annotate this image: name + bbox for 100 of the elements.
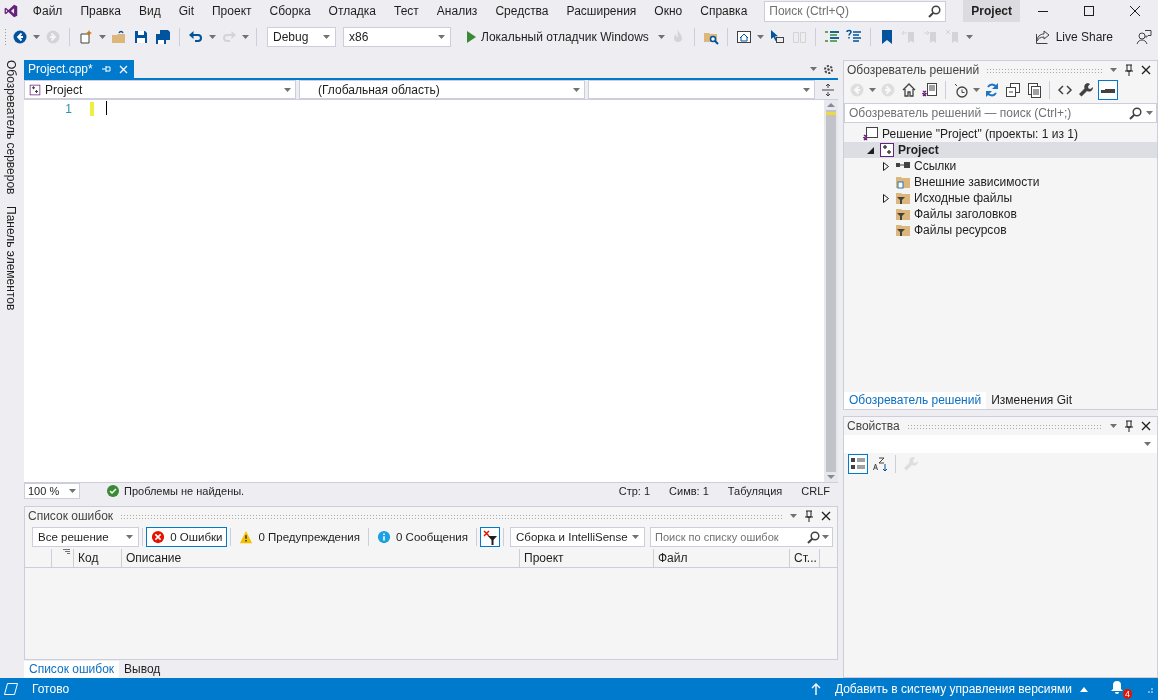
notifications-button[interactable]: 4 [1110,679,1132,699]
caret-up-icon[interactable] [1080,686,1088,692]
menu-item[interactable]: Тест [385,0,428,22]
menu-item[interactable]: Файл [23,0,72,22]
back-icon[interactable] [11,28,29,46]
tree-item[interactable]: Внешние зависимости [844,174,1157,190]
caret-icon[interactable] [973,88,980,92]
caret-icon[interactable] [323,35,330,39]
platform-dropdown[interactable]: x86 [343,27,451,47]
arrow-up-icon[interactable] [810,683,821,695]
caret-icon[interactable] [1146,111,1153,115]
menu-item[interactable]: Окно [645,0,692,22]
tree-item[interactable]: Project [844,142,1157,158]
split-icon[interactable] [822,83,834,96]
menu-item[interactable]: Git [169,0,203,22]
preview-pane-icon[interactable] [1098,80,1118,100]
caret-icon[interactable] [126,535,134,539]
zoom-dropdown[interactable]: 100 % [24,483,80,499]
menu-item[interactable]: Вид [129,0,170,22]
caret-icon[interactable] [810,67,817,71]
sync-icon[interactable] [983,81,1001,99]
clear-filter-icon[interactable] [480,527,500,547]
collapsed-arrow-icon[interactable] [883,161,889,171]
scope-dropdown[interactable]: Все решение [32,527,140,547]
collapse-all-icon[interactable] [1004,81,1022,99]
tree-item[interactable]: Исходные файлы [844,190,1157,206]
tree-item[interactable]: Файлы заголовков [844,206,1157,222]
caret-icon[interactable] [803,87,810,92]
solution-view-icon[interactable] [921,81,939,99]
home-icon[interactable] [900,81,918,99]
wrench-icon[interactable] [1077,81,1095,99]
save-all-icon[interactable] [154,28,172,46]
caret-icon[interactable] [438,35,445,39]
caret-icon[interactable] [1144,442,1151,446]
alphabetical-sort-icon[interactable] [871,455,889,473]
column-header[interactable]: Код [74,549,122,567]
panel-tab[interactable]: Список ошибок [24,660,120,678]
caret-icon[interactable] [965,35,973,39]
caret-icon[interactable] [1110,424,1117,428]
status-text[interactable]: Табуляция [727,485,783,497]
source-dropdown[interactable]: Сборка и IntelliSense [510,527,645,547]
side-tab[interactable]: Панель элементов [4,206,18,311]
caret-icon[interactable] [1110,68,1117,72]
caret-icon[interactable] [69,489,76,493]
column-header[interactable]: Ст... [790,549,820,567]
search-field[interactable]: Поиск по списку ошибок [650,527,833,547]
caret-icon[interactable] [573,87,580,92]
tree-item[interactable]: Ссылки [844,158,1157,174]
menu-item[interactable]: Проект [203,0,261,22]
close-icon[interactable] [1141,65,1151,75]
settings-icon[interactable] [823,63,834,75]
issues-status[interactable]: Проблемы не найдены. [124,485,245,497]
caret-icon[interactable] [657,35,665,39]
search-input[interactable]: Поиск (Ctrl+Q) [765,4,929,18]
filter-toggle[interactable]: 0 Ошибки [146,527,228,547]
browser-home-icon[interactable] [734,28,753,46]
tree-item[interactable]: Решение "Project" (проекты: 1 из 1) [844,126,1157,142]
categorized-icon[interactable] [848,454,868,474]
menu-item[interactable]: Расширения [557,0,646,22]
caret-icon[interactable] [99,35,106,39]
source-control-button[interactable]: Добавить в систему управления версиями [834,682,1072,696]
save-icon[interactable] [132,28,150,46]
panel-tab[interactable]: Изменения Git [986,391,1077,409]
column-header[interactable]: Описание [122,549,520,567]
status-text[interactable]: Симв: 1 [669,485,709,497]
clock-icon[interactable] [952,81,970,99]
project-dropdown[interactable]: Project [24,80,296,99]
pin-icon[interactable] [1124,64,1134,76]
close-icon[interactable] [1141,421,1151,431]
menu-item[interactable]: Справка [691,0,757,22]
scope-dropdown[interactable]: (Глобальная область) [299,80,585,99]
caret-icon[interactable] [756,35,764,39]
feedback-icon[interactable] [1136,29,1152,45]
status-text[interactable]: CRLF [801,485,830,497]
caret-icon[interactable] [822,535,829,539]
collapsed-arrow-icon[interactable] [883,193,889,203]
scrollbar[interactable] [826,110,836,472]
menu-item[interactable]: Правка [71,0,130,22]
status-text[interactable]: Стр: 1 [618,485,651,497]
panel-tab[interactable]: Обозреватель решений [844,391,987,409]
copy-pages-icon[interactable] [1025,81,1043,99]
menu-item[interactable]: Анализ [427,0,487,22]
filter-toggle[interactable]: 0 Сообщения [372,527,473,547]
expanded-arrow-icon[interactable] [866,146,874,154]
side-tab[interactable]: Обозреватель серверов [4,60,18,195]
run-button[interactable]: Локальный отладчик Windows [461,27,654,47]
caret-icon[interactable] [209,35,216,39]
column-header[interactable]: Проект [520,549,654,567]
caret-icon[interactable] [632,535,639,539]
caret-icon[interactable] [284,87,291,92]
caret-icon[interactable] [242,35,249,39]
search-field[interactable]: Обозреватель решений — поиск (Ctrl+;) [844,103,1157,123]
menu-item[interactable]: Сборка [260,0,320,22]
pin-icon[interactable] [1124,420,1134,432]
filter-toggle[interactable]: 0 Предупреждения [234,527,365,547]
caret-icon[interactable] [869,88,876,92]
panel-tab[interactable]: Вывод [119,660,166,678]
search-input[interactable]: Обозреватель решений — поиск (Ctrl+;) [845,106,1125,120]
pin-icon[interactable] [804,510,814,522]
column-header[interactable]: Файл [654,549,790,567]
